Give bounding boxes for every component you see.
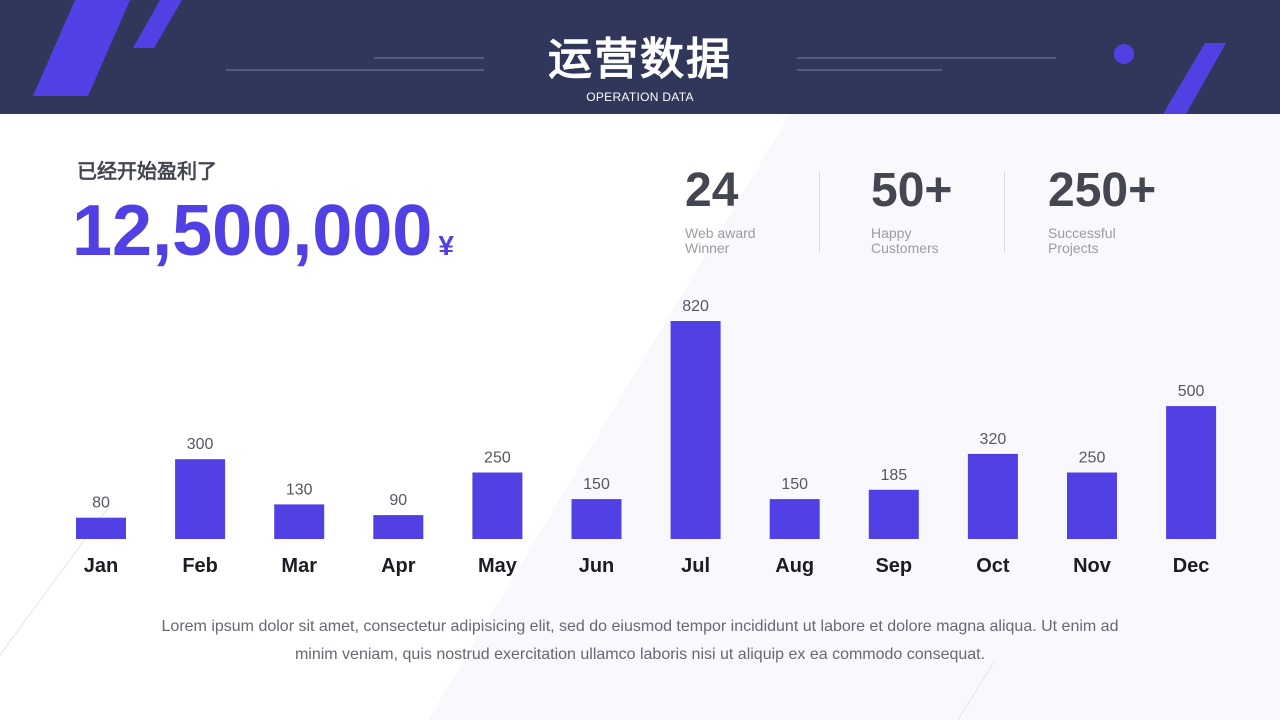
data-label-nov: 250 — [1079, 450, 1106, 467]
bar-oct — [967, 453, 1018, 539]
data-label-mar: 130 — [286, 481, 313, 498]
x-tick-dec: Dec — [1173, 555, 1210, 577]
x-tick-apr: Apr — [381, 555, 416, 577]
footer-line: minim veniam, quis nostrud exercitation … — [294, 646, 986, 663]
bar-apr — [373, 515, 424, 539]
x-tick-nov: Nov — [1073, 555, 1112, 577]
x-tick-jun: Jun — [579, 555, 615, 577]
data-label-jun: 150 — [583, 476, 610, 493]
data-label-oct: 320 — [980, 431, 1007, 448]
x-tick-jan: Jan — [84, 555, 118, 577]
monthly-bar-chart: 80 Jan 300 Feb 130 Mar 90 Apr 250 May 150 Jun 820 Jul… — [76, 298, 1217, 577]
bar-aug — [769, 499, 820, 539]
bar-jun — [571, 499, 622, 539]
data-label-aug: 150 — [781, 476, 808, 493]
bar-mar — [274, 504, 325, 539]
x-tick-sep: Sep — [875, 555, 912, 577]
footer-line: Lorem ipsum dolor sit amet, consectetur … — [161, 618, 1119, 635]
data-label-jan: 80 — [92, 495, 110, 512]
bar-nov — [1067, 472, 1117, 539]
data-label-dec: 500 — [1178, 383, 1205, 400]
bar-feb — [175, 459, 226, 539]
data-label-feb: 300 — [187, 436, 214, 453]
footer-description: Lorem ipsum dolor sit amet, consectetur … — [150, 613, 1130, 669]
bar-sep — [868, 489, 919, 539]
bar-may — [472, 472, 523, 539]
x-tick-mar: Mar — [281, 555, 317, 577]
data-label-sep: 185 — [880, 467, 907, 484]
x-tick-oct: Oct — [976, 555, 1010, 577]
data-label-may: 250 — [484, 450, 511, 467]
bar-dec — [1166, 406, 1217, 539]
x-tick-feb: Feb — [182, 555, 218, 577]
data-label-jul: 820 — [682, 298, 709, 315]
x-tick-aug: Aug — [775, 555, 814, 577]
x-tick-may: May — [478, 555, 518, 577]
x-tick-jul: Jul — [681, 555, 710, 577]
data-label-apr: 90 — [389, 492, 407, 509]
bar-jul — [670, 321, 721, 539]
bar-jan — [76, 517, 126, 539]
